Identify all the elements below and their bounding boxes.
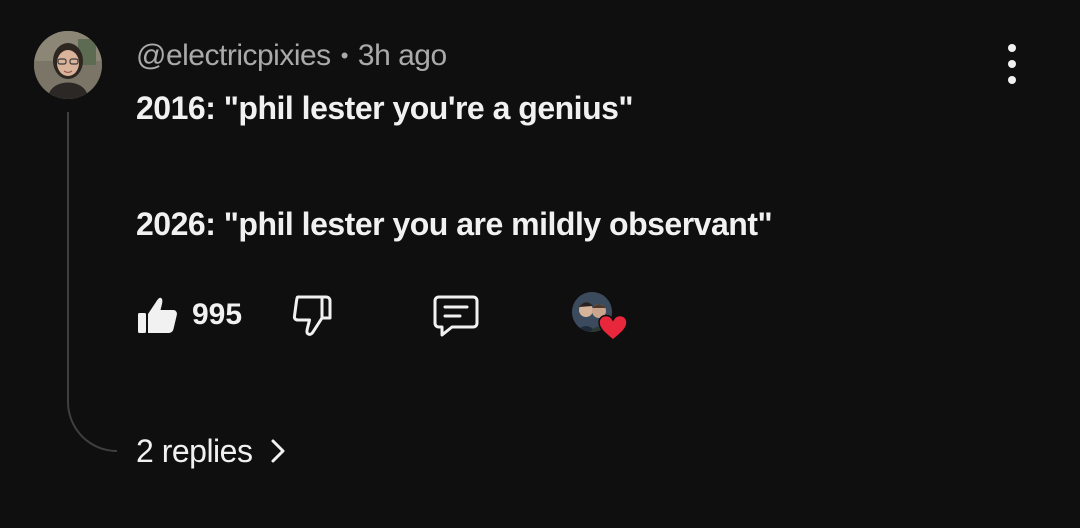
- like-count: 995: [192, 298, 243, 331]
- chevron-right-icon: [271, 439, 285, 463]
- more-vertical-icon: [1008, 44, 1016, 52]
- reply-button[interactable]: [430, 292, 482, 338]
- author-avatar-image: [34, 31, 102, 99]
- more-options-button[interactable]: [996, 44, 1028, 84]
- comment-text-line: 2026: "phil lester you are mildly observ…: [136, 206, 773, 242]
- author-handle[interactable]: @electricpixies: [136, 39, 331, 73]
- dislike-button[interactable]: [290, 292, 338, 338]
- more-vertical-icon-dot: [1008, 76, 1016, 84]
- comment-meta: @electricpixies • 3h ago: [136, 36, 447, 76]
- meta-separator: •: [340, 43, 349, 68]
- like-button[interactable]: 995: [136, 292, 260, 338]
- comment-text-line: 2016: "phil lester you're a genius": [136, 90, 634, 126]
- creator-heart-icon: [598, 314, 628, 341]
- creator-heart-badge: [572, 292, 632, 344]
- thumbs-up-filled-icon: [138, 297, 177, 333]
- author-avatar[interactable]: [34, 31, 102, 99]
- comment-thread: @electricpixies • 3h ago 2016: "phil les…: [0, 0, 1080, 528]
- thread-connector-line: [67, 112, 117, 452]
- view-replies-button[interactable]: 2 replies: [136, 428, 288, 474]
- comment-timestamp[interactable]: 3h ago: [358, 39, 447, 73]
- replies-label: 2 replies: [136, 432, 253, 469]
- reply-comment-icon: [433, 295, 479, 337]
- more-vertical-icon-dot: [1008, 60, 1016, 68]
- thumbs-down-outline-icon: [292, 295, 332, 336]
